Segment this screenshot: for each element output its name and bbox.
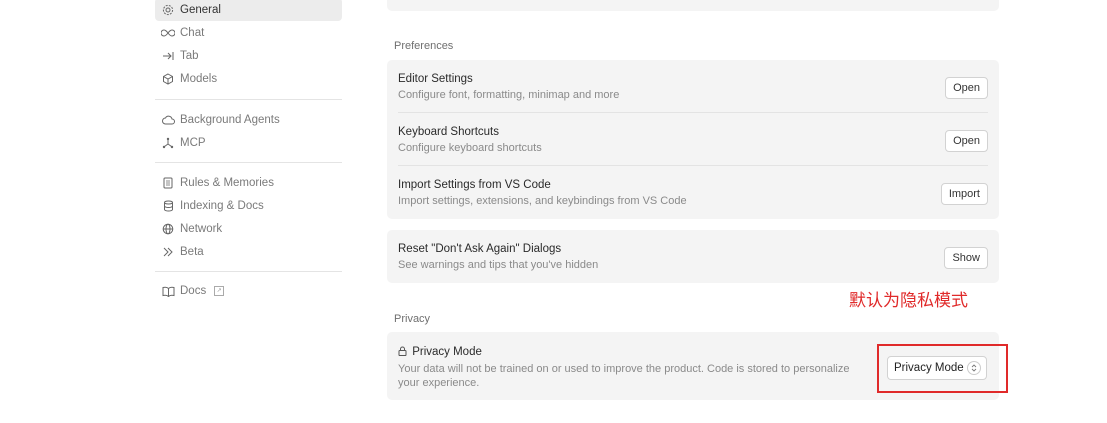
annotation-highlight-box (877, 344, 1008, 393)
top-settings-card (387, 0, 999, 11)
sidebar-item-label: Chat (180, 27, 205, 39)
mcp-nodes-icon (160, 137, 176, 149)
sidebar-item-docs[interactable]: Docs ↗ (155, 280, 342, 302)
row-description: Configure font, formatting, minimap and … (398, 89, 620, 101)
external-link-icon: ↗ (214, 286, 225, 296)
row-title: Keyboard Shortcuts (398, 126, 500, 138)
sidebar-item-rules-memories[interactable]: Rules & Memories (155, 172, 342, 194)
sidebar-item-general[interactable]: General (155, 0, 342, 21)
keyboard-shortcuts-open-button[interactable]: Open (945, 130, 988, 152)
row-description: See warnings and tips that you've hidden (398, 259, 599, 271)
row-title: Reset "Don't Ask Again" Dialogs (398, 243, 562, 255)
sidebar-item-background-agents[interactable]: Background Agents (155, 109, 342, 131)
sidebar-item-network[interactable]: Network (155, 218, 342, 240)
row-title: Editor Settings (398, 73, 473, 85)
row-divider (398, 165, 988, 166)
reset-dialogs-show-button[interactable]: Show (944, 247, 988, 269)
row-title: Import Settings from VS Code (398, 179, 551, 191)
tab-arrow-icon (160, 51, 176, 61)
sidebar-item-label: Docs (180, 285, 207, 297)
privacy-section-label: Privacy (394, 313, 431, 325)
import-vscode-button[interactable]: Import (940, 183, 988, 205)
row-description: Import settings, extensions, and keybind… (398, 195, 687, 207)
chevrons-right-icon (160, 247, 176, 257)
globe-icon (160, 223, 176, 235)
row-description: Configure keyboard shortcuts (398, 142, 542, 154)
lock-icon (398, 346, 407, 360)
sidebar-item-label: Network (180, 223, 223, 235)
sidebar-item-label: General (180, 3, 221, 16)
document-icon (160, 177, 176, 189)
sidebar-divider (155, 162, 342, 163)
sidebar-divider (155, 99, 342, 100)
row-divider (398, 112, 988, 113)
row-description: Your data will not be trained on or used… (398, 363, 850, 389)
sidebar-item-models[interactable]: Models (155, 68, 342, 90)
sidebar-item-label: Tab (180, 50, 199, 62)
sidebar-item-label: Rules & Memories (180, 177, 274, 189)
row-title: Privacy Mode (398, 345, 867, 360)
sidebar-item-label: Background Agents (180, 114, 280, 126)
sidebar-item-beta[interactable]: Beta (155, 241, 342, 263)
sidebar-item-label: Models (180, 73, 218, 85)
sidebar-divider (155, 271, 342, 272)
sidebar-item-mcp[interactable]: MCP (155, 132, 342, 154)
sidebar-item-label: Indexing & Docs (180, 200, 264, 212)
annotation-text: 默认为隐私模式 (849, 291, 968, 311)
cube-icon (160, 73, 176, 85)
database-icon (160, 200, 176, 212)
import-vscode-row: Import Settings from VS Code Import sett… (387, 178, 999, 208)
sidebar-item-label: Beta (180, 246, 204, 258)
reset-dialogs-row: Reset "Don't Ask Again" Dialogs See warn… (387, 242, 999, 272)
sidebar-item-tab[interactable]: Tab (155, 45, 342, 67)
preferences-section-label: Preferences (394, 40, 454, 52)
sidebar-item-chat[interactable]: Chat (155, 22, 342, 44)
infinity-icon (160, 28, 176, 38)
editor-settings-row: Editor Settings Configure font, formatti… (387, 72, 999, 102)
book-icon (160, 286, 176, 297)
preferences-card: Editor Settings Configure font, formatti… (387, 60, 999, 219)
editor-settings-open-button[interactable]: Open (945, 77, 988, 99)
cloud-icon (160, 115, 176, 125)
sidebar-item-label: MCP (180, 137, 206, 149)
keyboard-shortcuts-row: Keyboard Shortcuts Configure keyboard sh… (387, 125, 999, 155)
privacy-mode-row: Privacy Mode Your data will not be train… (387, 345, 867, 390)
sidebar-item-indexing-docs[interactable]: Indexing & Docs (155, 195, 342, 217)
reset-dialogs-card: Reset "Don't Ask Again" Dialogs See warn… (387, 230, 999, 283)
gear-icon (160, 4, 176, 16)
privacy-mode-title: Privacy Mode (412, 346, 482, 358)
